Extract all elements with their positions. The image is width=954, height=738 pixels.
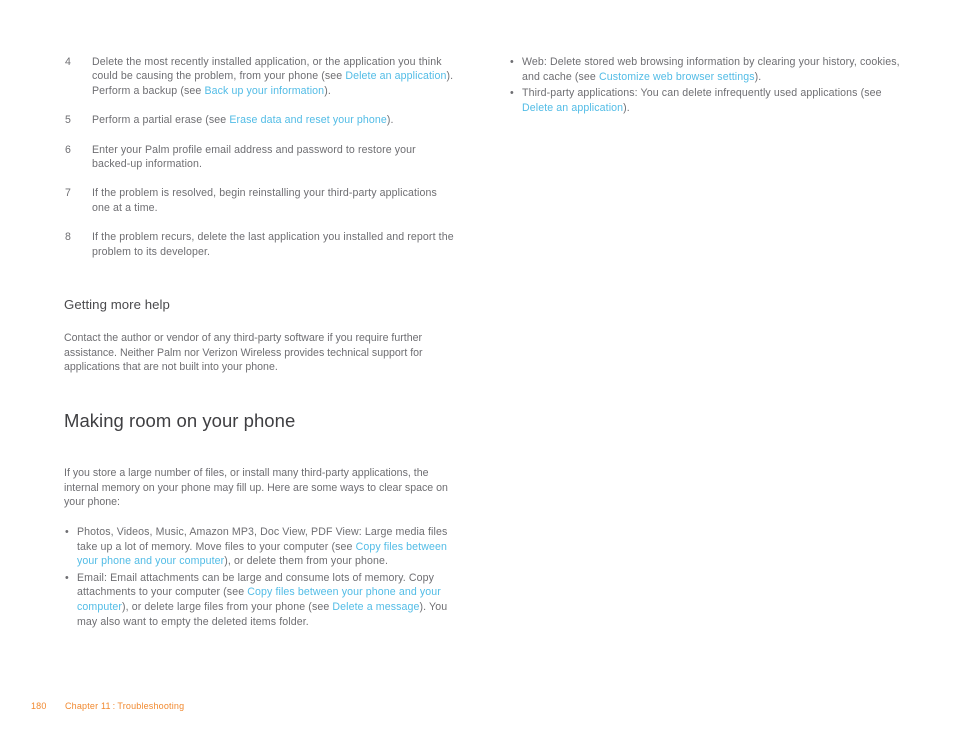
numbered-step: 4 Delete the most recently installed appl… [64, 55, 456, 98]
numbered-step-list: 4 Delete the most recently installed appl… [64, 55, 456, 259]
step-number: 8 [65, 231, 71, 244]
step-number: 4 [65, 56, 71, 68]
bullet-item: • Web: Delete stored web browsing informa… [509, 55, 901, 84]
page-footer: 180 Chapter 11: Troubleshooting [31, 700, 184, 712]
bullet-point-icon: • [510, 87, 514, 100]
text-run: If the problem is resolved, begin reinst… [92, 187, 437, 214]
document-page: 4 Delete the most recently installed appl… [0, 0, 954, 738]
numbered-step: 5 Perform a partial erase (see Erase data… [64, 113, 456, 127]
numbered-step: 8 If the problem recurs, delete the last … [64, 230, 456, 259]
left-column: 4 Delete the most recently installed appl… [64, 55, 456, 259]
bullet-text: Email: Email attachments can be large an… [77, 572, 447, 628]
text-run: ), or delete large files from your phone… [122, 600, 333, 613]
step-text: If the problem recurs, delete the last a… [92, 230, 456, 259]
text-run: If the problem recurs, delete the last a… [92, 231, 454, 258]
left-bullet-section: • Photos, Videos, Music, Amazon MP3, Doc … [64, 525, 456, 629]
right-column: • Web: Delete stored web browsing informa… [509, 55, 901, 115]
bullet-point-icon: • [65, 571, 69, 584]
numbered-step: 7 If the problem is resolved, begin reins… [64, 186, 456, 215]
bullet-text: Web: Delete stored web browsing informat… [522, 56, 900, 83]
text-run: ), or delete them from your phone. [224, 555, 389, 568]
getting-more-help-section: Getting more help [64, 296, 444, 313]
bullet-text: Photos, Videos, Music, Amazon MP3, Doc V… [77, 526, 447, 567]
text-run: ). [623, 101, 630, 114]
bullet-item: • Third-party applications: You can delet… [509, 86, 901, 115]
text-run: ). [754, 70, 762, 83]
text-run: Enter your Palm profile email address an… [92, 143, 416, 171]
bullet-text: Third-party applications: You can delete… [522, 87, 882, 114]
making-room-heading: Making room on your phone [64, 410, 296, 431]
getting-more-help-paragraph-wrap: Contact the author or vendor of any thir… [64, 331, 436, 375]
step-number: 7 [65, 187, 71, 200]
left-bullet-list: • Photos, Videos, Music, Amazon MP3, Doc … [64, 525, 456, 629]
cross-reference-link[interactable]: Back up your information [204, 85, 324, 97]
cross-reference-link[interactable]: Delete a message [332, 601, 419, 613]
text-run: Perform a partial erase (see [92, 114, 230, 127]
footer-chapter-title: Troubleshooting [117, 701, 185, 711]
cross-reference-link[interactable]: Delete an application [522, 102, 623, 114]
right-bullet-list: • Web: Delete stored web browsing informa… [509, 55, 901, 115]
step-number: 6 [65, 143, 71, 156]
step-text: If the problem is resolved, begin reinst… [92, 186, 456, 215]
bullet-point-icon: • [65, 526, 69, 538]
making-room-section: Making room on your phone [64, 409, 456, 433]
text-run: ). [324, 84, 331, 97]
cross-reference-link[interactable]: Erase data and reset your phone [229, 114, 387, 126]
getting-more-help-paragraph: Contact the author or vendor of any thir… [64, 332, 423, 374]
numbered-step: 6 Enter your Palm profile email address a… [64, 143, 456, 172]
getting-more-help-heading: Getting more help [64, 297, 170, 312]
step-number: 5 [65, 114, 71, 127]
cross-reference-link[interactable]: Delete an application [345, 70, 446, 82]
bullet-point-icon: • [510, 56, 514, 68]
step-text: Enter your Palm profile email address an… [92, 143, 456, 172]
cross-reference-link[interactable]: Customize web browser settings [599, 71, 755, 83]
footer-page-number: 180 [31, 701, 47, 711]
making-room-paragraph-wrap: If you store a large number of files, or… [64, 466, 456, 510]
step-text: Perform a partial erase (see Erase data … [92, 113, 456, 127]
making-room-paragraph: If you store a large number of files, or… [64, 467, 448, 509]
bullet-item: • Email: Email attachments can be large a… [64, 571, 456, 629]
text-run: Third-party applications: You can delete… [522, 87, 882, 100]
text-run: ). [386, 114, 394, 127]
footer-chapter-label: Chapter 11 [65, 701, 111, 711]
step-text: Delete the most recently installed appli… [92, 55, 456, 98]
bullet-item: • Photos, Videos, Music, Amazon MP3, Doc … [64, 525, 456, 569]
